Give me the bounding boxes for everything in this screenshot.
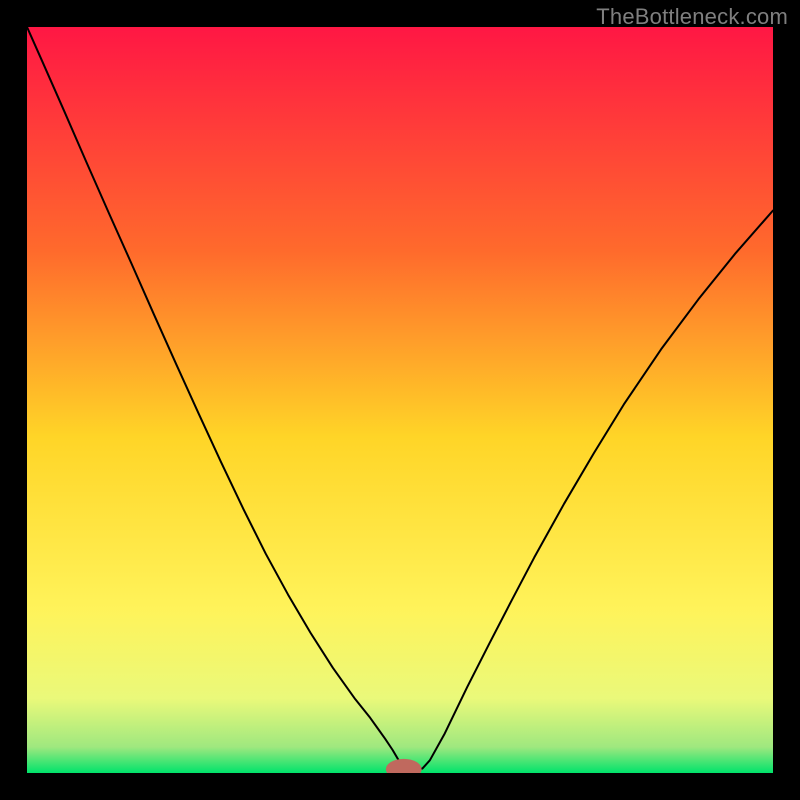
plot-area xyxy=(27,27,773,773)
watermark-label: TheBottleneck.com xyxy=(596,4,788,30)
chart-container: TheBottleneck.com xyxy=(0,0,800,800)
gradient-bg xyxy=(27,27,773,773)
chart-svg xyxy=(27,27,773,773)
